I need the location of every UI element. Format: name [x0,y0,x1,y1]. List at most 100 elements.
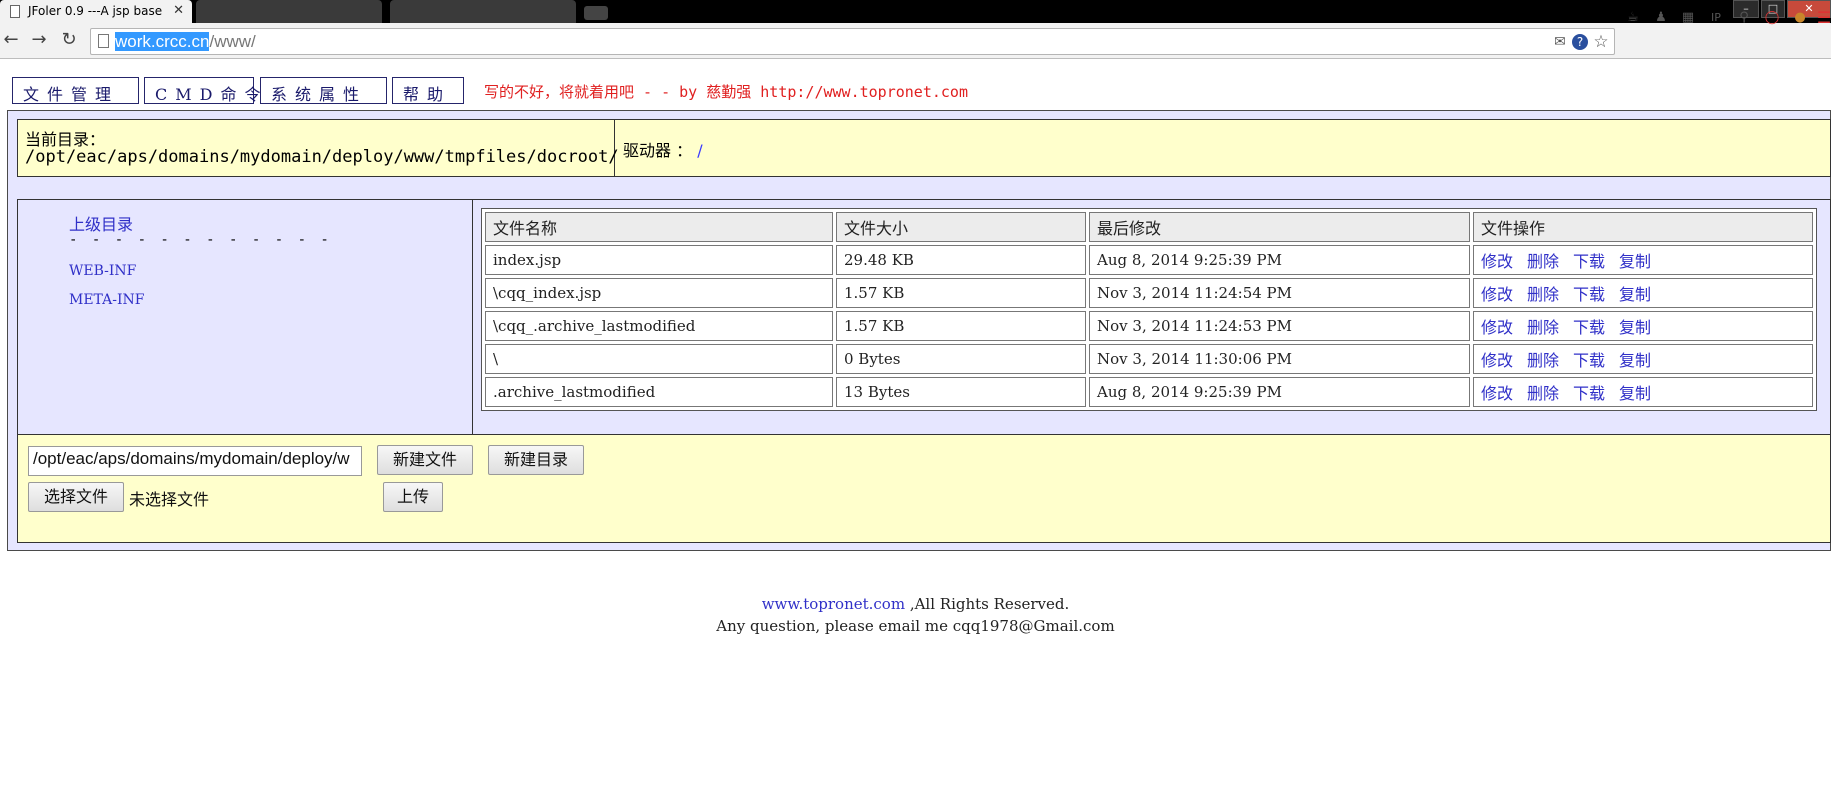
edit-link[interactable]: 修改 [1481,384,1513,403]
drive-link[interactable]: / [697,141,702,160]
drive-label-text: 驱动器 ： [623,141,693,160]
col-header-ops: 文件操作 [1473,212,1813,242]
download-link[interactable]: 下载 [1573,384,1605,403]
close-icon[interactable]: ✕ [173,3,184,18]
footer-contact: Any question, please email me cqq1978@Gm… [716,617,1115,635]
url-text[interactable]: work.crcc.cn/www/ [115,32,256,52]
table-row: \cqq_.archive_lastmodified 1.57 KB Nov 3… [485,311,1813,341]
url-path: /www/ [209,32,256,51]
help-icon[interactable]: ? [1572,34,1588,50]
forward-arrow-icon[interactable]: → [28,29,50,51]
file-name[interactable]: \cqq_.archive_lastmodified [485,311,833,341]
download-link[interactable]: 下载 [1573,351,1605,370]
browser-toolbar: ← → ↻ work.crcc.cn/www/ ✉ ? ☆ [0,23,1831,59]
copy-link[interactable]: 复制 [1619,252,1651,271]
file-ops: 修改 删除 下载 复制 [1473,311,1813,341]
path-input[interactable]: /opt/eac/aps/domains/mydomain/deploy/w [28,446,362,476]
file-modified: Nov 3, 2014 11:24:53 PM [1089,311,1470,341]
edit-link[interactable]: 修改 [1481,285,1513,304]
address-bar[interactable]: work.crcc.cn/www/ ✉ ? ☆ [90,28,1615,55]
copy-link[interactable]: 复制 [1619,384,1651,403]
edit-link[interactable]: 修改 [1481,351,1513,370]
new-tab-button[interactable] [584,6,608,20]
file-name[interactable]: \cqq_index.jsp [485,278,833,308]
file-ops: 修改 删除 下载 复制 [1473,278,1813,308]
footer-copyright: www.topronet.com ,All Rights Reserved. [0,595,1831,613]
extension-icon[interactable]: IP [1706,8,1726,28]
nav-help[interactable]: 帮助 [392,77,464,104]
download-link[interactable]: 下载 [1573,318,1605,337]
copy-link[interactable]: 复制 [1619,318,1651,337]
file-size: 1.57 KB [836,311,1086,341]
table-header-row: 文件名称 文件大小 最后修改 文件操作 [485,212,1813,242]
back-arrow-icon[interactable]: ← [0,29,22,51]
file-size: 29.48 KB [836,245,1086,275]
nav-cmd[interactable]: CMD命令 [144,77,260,104]
delete-link[interactable]: 删除 [1527,351,1559,370]
file-modified: Nov 3, 2014 11:30:06 PM [1089,344,1470,374]
download-link[interactable]: 下载 [1573,252,1605,271]
file-size: 13 Bytes [836,377,1086,407]
current-dir-path: /opt/eac/aps/domains/mydomain/deploy/www… [25,147,619,167]
no-file-label: 未选择文件 [129,490,210,509]
file-name[interactable]: \ [485,344,833,374]
table-row: \cqq_index.jsp 1.57 KB Nov 3, 2014 11:24… [485,278,1813,308]
delete-link[interactable]: 删除 [1527,384,1559,403]
new-file-button[interactable]: 新建文件 [377,445,473,475]
nav-system-properties[interactable]: 系统属性 [260,77,387,104]
col-header-size: 文件大小 [836,212,1086,242]
table-row: index.jsp 29.48 KB Aug 8, 2014 9:25:39 P… [485,245,1813,275]
choose-file-button[interactable]: 选择文件 [28,482,124,512]
nav-file-manage[interactable]: 文件管理 [12,77,139,104]
footer-rights: ,All Rights Reserved. [905,595,1070,613]
page-icon [98,34,109,48]
tab-title: JFoler 0.9 ---A jsp base [28,4,163,18]
page-icon [10,5,20,18]
footer-link[interactable]: www.topronet.com [762,595,905,613]
upload-button[interactable]: 上传 [383,482,443,512]
cookie-icon[interactable]: ● [1790,8,1810,28]
delete-link[interactable]: 删除 [1527,252,1559,271]
slogan: 写的不好，将就着用吧 - - by 慈勤强 http://www.toprone… [484,83,968,101]
table-row: \ 0 Bytes Nov 3, 2014 11:30:06 PM 修改 删除 下载… [485,344,1813,374]
file-name[interactable]: .archive_lastmodified [485,377,833,407]
browser-tab-active[interactable]: JFoler 0.9 ---A jsp base ✕ [0,0,192,23]
extension-icon[interactable]: ▦ [1678,8,1698,28]
extension-icon[interactable]: ♟ [1651,8,1671,28]
star-icon[interactable]: ☆ [1592,33,1610,51]
copy-link[interactable]: 复制 [1619,285,1651,304]
reload-icon[interactable]: ↻ [58,29,80,51]
file-modified: Aug 8, 2014 9:25:39 PM [1089,245,1470,275]
file-ops: 修改 删除 下载 复制 [1473,377,1813,407]
extension-icons: ☕ ♟ ▦ IP ⚲ ◯ ● ☰ [1620,8,1831,30]
table-row: .archive_lastmodified 13 Bytes Aug 8, 20… [485,377,1813,407]
file-ops: 修改 删除 下载 复制 [1473,344,1813,374]
file-size: 0 Bytes [836,344,1086,374]
file-size: 1.57 KB [836,278,1086,308]
edit-link[interactable]: 修改 [1481,318,1513,337]
drive-label: 驱动器 ： / [623,137,703,161]
edit-link[interactable]: 修改 [1481,252,1513,271]
new-dir-button[interactable]: 新建目录 [488,445,584,475]
download-link[interactable]: 下载 [1573,285,1605,304]
col-header-name: 文件名称 [485,212,833,242]
extension-icon[interactable]: ◯ [1762,8,1782,28]
tree-item-meta-inf[interactable]: META-INF [69,292,144,308]
col-header-modified: 最后修改 [1089,212,1470,242]
file-modified: Aug 8, 2014 9:25:39 PM [1089,377,1470,407]
delete-link[interactable]: 删除 [1527,285,1559,304]
file-table: 文件名称 文件大小 最后修改 文件操作 index.jsp 29.48 KB A… [481,208,1817,411]
browser-tab[interactable] [390,0,576,23]
copy-link[interactable]: 复制 [1619,351,1651,370]
tree-separator: - - - - - - - - - - - - [69,232,332,248]
tree-item-web-inf[interactable]: WEB-INF [69,263,136,279]
menu-icon[interactable]: ☰ [1814,8,1831,28]
zoom-icon[interactable]: ⚲ [1734,8,1754,28]
file-ops: 修改 删除 下载 复制 [1473,245,1813,275]
browser-tab[interactable] [196,0,382,23]
delete-link[interactable]: 删除 [1527,318,1559,337]
file-modified: Nov 3, 2014 11:24:54 PM [1089,278,1470,308]
envelope-icon[interactable]: ✉ [1551,33,1569,51]
extension-icon[interactable]: ☕ [1623,8,1643,28]
file-name[interactable]: index.jsp [485,245,833,275]
